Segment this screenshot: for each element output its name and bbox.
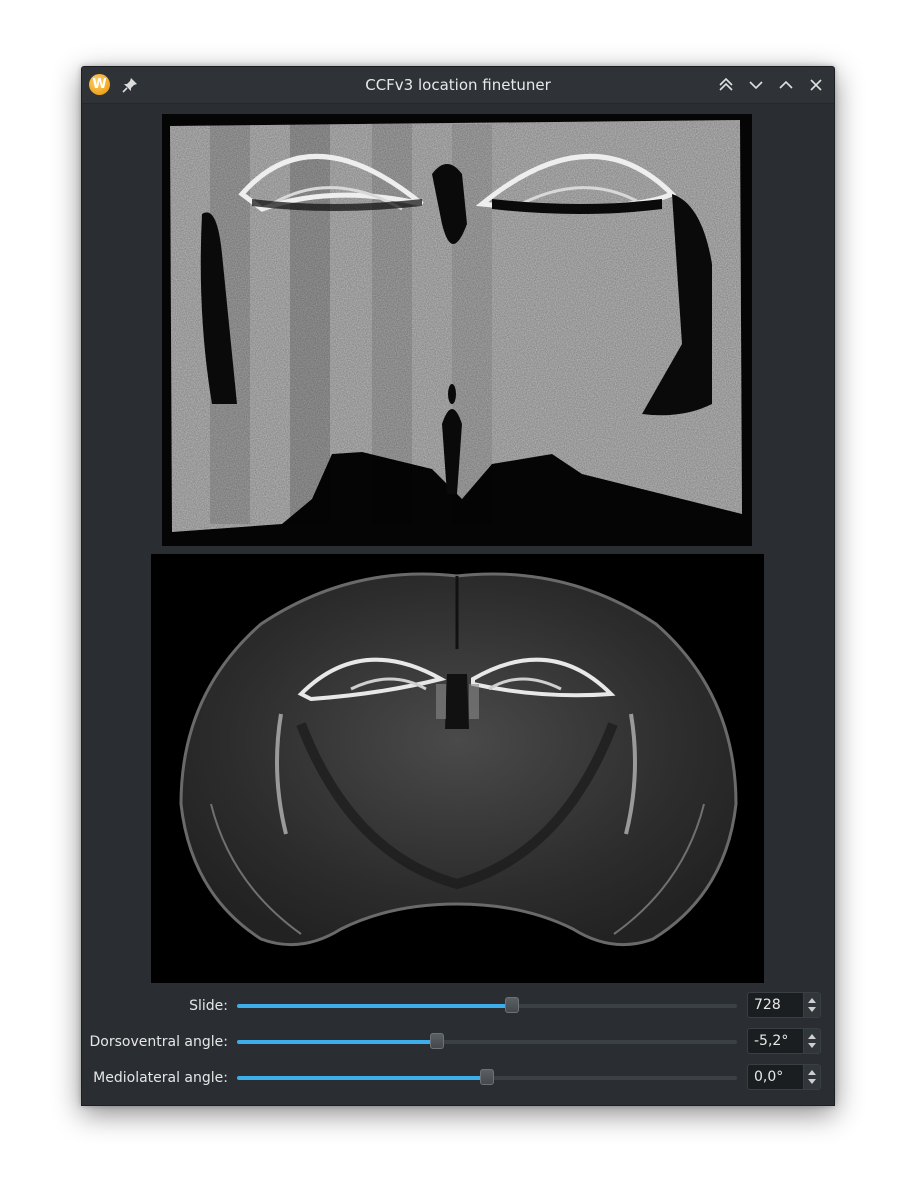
dorsoventral-spin-buttons[interactable]	[803, 1029, 820, 1053]
mediolateral-slider-fill	[237, 1076, 487, 1080]
slide-control-row: Slide: 728	[82, 992, 834, 1020]
slide-value[interactable]: 728	[754, 993, 781, 1017]
dorsoventral-slider[interactable]	[237, 1033, 737, 1049]
mediolateral-spin-buttons[interactable]	[803, 1065, 820, 1089]
slide-spinbox[interactable]: 728	[747, 992, 821, 1018]
close-icon[interactable]	[806, 75, 826, 95]
spin-up-icon	[808, 1070, 816, 1075]
double-chevron-up-icon[interactable]	[716, 75, 736, 95]
spin-up-icon	[808, 1034, 816, 1039]
dorsoventral-spinbox[interactable]: -5,2°	[747, 1028, 821, 1054]
mediolateral-label: Mediolateral angle:	[93, 1070, 228, 1086]
dorsoventral-slider-handle[interactable]	[430, 1033, 444, 1049]
histology-section-image	[162, 114, 752, 546]
dorsoventral-control-row: Dorsoventral angle: -5,2°	[82, 1028, 834, 1056]
mediolateral-slider[interactable]	[237, 1069, 737, 1085]
slide-slider-fill	[237, 1004, 512, 1008]
chevron-down-icon[interactable]	[746, 75, 766, 95]
slide-label: Slide:	[189, 998, 228, 1014]
mediolateral-slider-handle[interactable]	[480, 1069, 494, 1085]
finetuner-window: W CCFv3 location finetuner Slide: 728 Do…	[81, 66, 835, 1106]
dorsoventral-value[interactable]: -5,2°	[754, 1029, 788, 1053]
dorsoventral-label: Dorsoventral angle:	[89, 1034, 228, 1050]
mediolateral-spinbox[interactable]: 0,0°	[747, 1064, 821, 1090]
dorsoventral-slider-fill	[237, 1040, 437, 1044]
spin-down-icon	[808, 1043, 816, 1048]
spin-up-icon	[808, 998, 816, 1003]
spin-down-icon	[808, 1007, 816, 1012]
chevron-up-icon[interactable]	[776, 75, 796, 95]
title-bar[interactable]: W CCFv3 location finetuner	[82, 67, 834, 104]
slide-slider-handle[interactable]	[505, 997, 519, 1013]
mediolateral-value[interactable]: 0,0°	[754, 1065, 783, 1089]
slide-spin-buttons[interactable]	[803, 993, 820, 1017]
slide-slider[interactable]	[237, 997, 737, 1013]
atlas-section-image	[151, 554, 764, 983]
mediolateral-control-row: Mediolateral angle: 0,0°	[82, 1064, 834, 1092]
spin-down-icon	[808, 1079, 816, 1084]
